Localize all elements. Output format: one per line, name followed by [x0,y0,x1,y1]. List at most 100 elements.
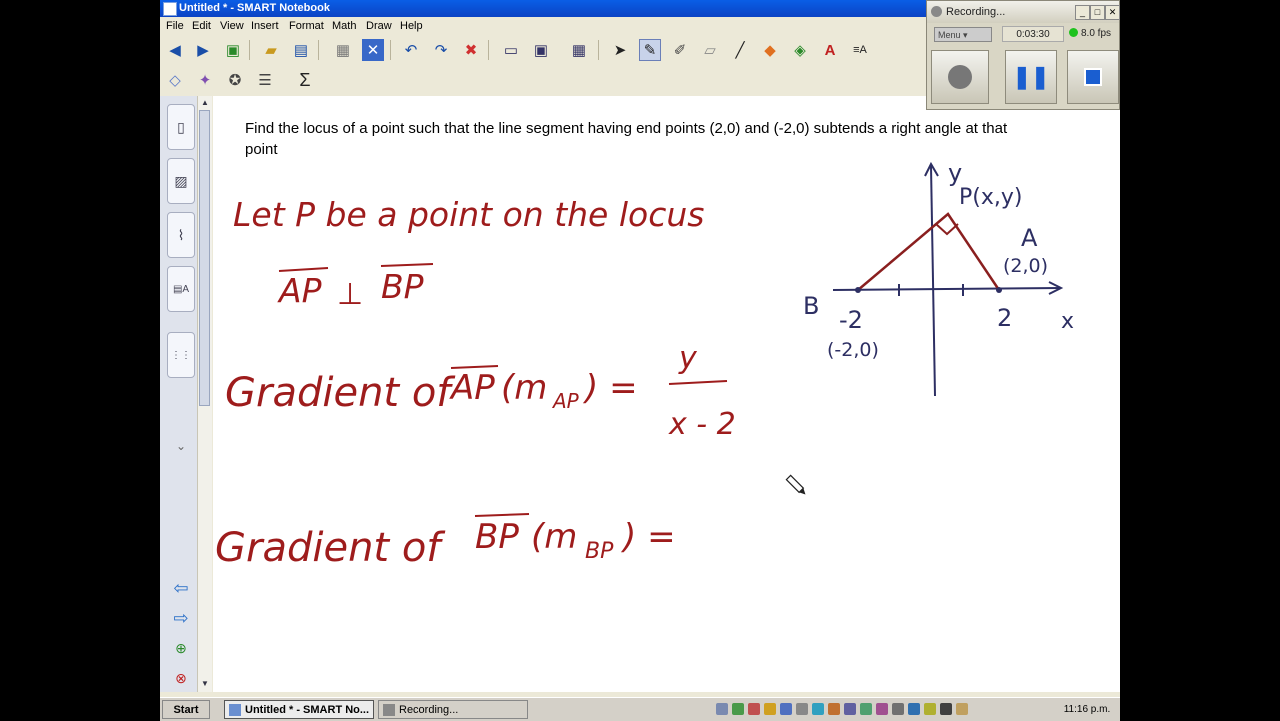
start-button[interactable]: Start [162,700,210,719]
menu-math[interactable]: Math [332,17,356,35]
tray-icon[interactable] [876,703,888,715]
tray-icon[interactable] [828,703,840,715]
whiteboard-page[interactable]: Find the locus of a point such that the … [213,96,1120,692]
gradient-ap-prefix: Gradient of [225,370,456,416]
gallery-icon[interactable]: ▨ [167,158,195,204]
paste-icon[interactable]: ▦ [332,39,354,61]
record-icon [948,65,972,89]
properties-tab-icon[interactable]: ▤A [167,266,195,312]
taskbar-item-label: Untitled * - SMART No... [245,704,370,716]
open-folder-icon[interactable]: ▰ [260,39,282,61]
maximize-icon[interactable]: □ [1090,5,1105,20]
tab-slider-icon[interactable]: ⌄ [168,436,194,456]
delete-page-icon[interactable]: ✕ [362,39,384,61]
tray-icon[interactable] [908,703,920,715]
stop-button[interactable] [1067,50,1119,104]
menu-insert[interactable]: Insert [251,17,279,35]
recording-time: 0:03:30 [1002,26,1064,42]
tray-icon[interactable] [764,703,776,715]
scroll-thumb[interactable] [199,110,210,406]
overline-bp [380,263,434,267]
attachments-icon[interactable]: ⌇ [167,212,195,258]
menu-format[interactable]: Format [289,17,324,35]
scroll-down-icon[interactable]: ▼ [199,678,211,690]
tray-icon[interactable] [732,703,744,715]
add-page-icon[interactable]: ▣ [222,39,244,61]
tray-icon[interactable] [796,703,808,715]
perpendicular-symbol: ⊥ [337,277,363,312]
menu-file[interactable]: File [166,17,184,35]
pause-button[interactable]: ❚❚ [1005,50,1057,104]
tray-icon[interactable] [892,703,904,715]
text-icon[interactable]: A [819,39,841,61]
line-icon[interactable]: ╱ [729,39,751,61]
pen-icon[interactable]: ✎ [639,39,661,61]
table-icon[interactable]: ▦ [568,39,590,61]
record-button[interactable] [931,50,989,104]
select-icon[interactable]: ➤ [609,39,631,61]
vertical-scrollbar[interactable]: ▲ ▼ [197,96,212,692]
menu-edit[interactable]: Edit [192,17,211,35]
next-page-icon[interactable]: ⇨ [168,608,194,628]
undo-icon[interactable]: ↶ [400,39,422,61]
screen-shade-icon[interactable]: ▭ [500,39,522,61]
save-icon[interactable]: ▤ [290,39,312,61]
close-icon[interactable]: ✕ [1105,5,1120,20]
tray-icon[interactable] [956,703,968,715]
tray-icon[interactable] [748,703,760,715]
properties-icon[interactable]: ≡A [849,39,871,61]
point-a [996,287,1002,293]
menu-help[interactable]: Help [400,17,423,35]
tray-icon[interactable] [716,703,728,715]
full-screen-icon[interactable]: ▣ [530,39,552,61]
handwritten-line-1: Let P be a point on the locus [233,195,704,234]
taskbar-item-recording[interactable]: Recording... [378,700,528,719]
tray-icon[interactable] [780,703,792,715]
tick-label-neg2: -2 [839,306,863,334]
taskbar: Start Untitled * - SMART No... Recording… [160,697,1120,721]
collapse-tabs-icon[interactable]: ⋮⋮ [167,332,195,378]
stop-icon [1084,68,1102,86]
text-format-icon[interactable]: ☰ [254,69,276,91]
tray-icon[interactable] [860,703,872,715]
forward-icon[interactable]: ▶ [192,39,214,61]
x-axis-label: x [1061,309,1074,334]
tray-icon[interactable] [844,703,856,715]
tray-icon[interactable] [924,703,936,715]
minimize-icon[interactable]: _ [1075,5,1090,20]
redo-icon[interactable]: ↷ [430,39,452,61]
scroll-up-icon[interactable]: ▲ [199,97,211,109]
tray-icon[interactable] [812,703,824,715]
point-p-label: P(x,y) [959,185,1022,210]
menu-view[interactable]: View [220,17,244,35]
point-b-label: B [803,292,819,320]
recorder-task-icon [383,704,395,716]
delete-icon[interactable]: ✖ [460,39,482,61]
creative-pen-icon[interactable]: ✐ [669,39,691,61]
point-a-coords: (2,0) [1003,255,1048,277]
tray-icon[interactable] [940,703,952,715]
taskbar-item-notebook[interactable]: Untitled * - SMART No... [224,700,374,719]
back-icon[interactable]: ◀ [164,39,186,61]
status-dot-icon [1069,28,1078,37]
fill-icon[interactable]: ◈ [789,39,811,61]
sigma-icon[interactable]: Σ [294,69,316,91]
shape-recognition-icon[interactable]: ✪ [224,69,246,91]
recorder-title: Recording... [946,6,1006,18]
magic-pen-icon[interactable]: ✦ [194,69,216,91]
page-sorter-icon[interactable]: ▯ [167,104,195,150]
dual-display-icon[interactable]: ◇ [164,69,186,91]
notebook-icon [229,704,241,716]
add-page-side-icon[interactable]: ⊕ [168,638,194,658]
shapes-icon[interactable]: ◆ [759,39,781,61]
y-axis-label: y [948,159,962,187]
previous-page-icon[interactable]: ⇦ [168,578,194,598]
recorder-menu-dropdown[interactable]: Menu ▾ [934,27,992,42]
delete-page-side-icon[interactable]: ⊗ [168,668,194,688]
system-tray [716,700,976,719]
menu-draw[interactable]: Draw [366,17,392,35]
eraser-icon[interactable]: ▱ [699,39,721,61]
tick-label-pos2: 2 [997,304,1012,332]
recorder-menu-label: Menu [938,30,961,40]
gradient-bp-m: (m [531,517,577,557]
